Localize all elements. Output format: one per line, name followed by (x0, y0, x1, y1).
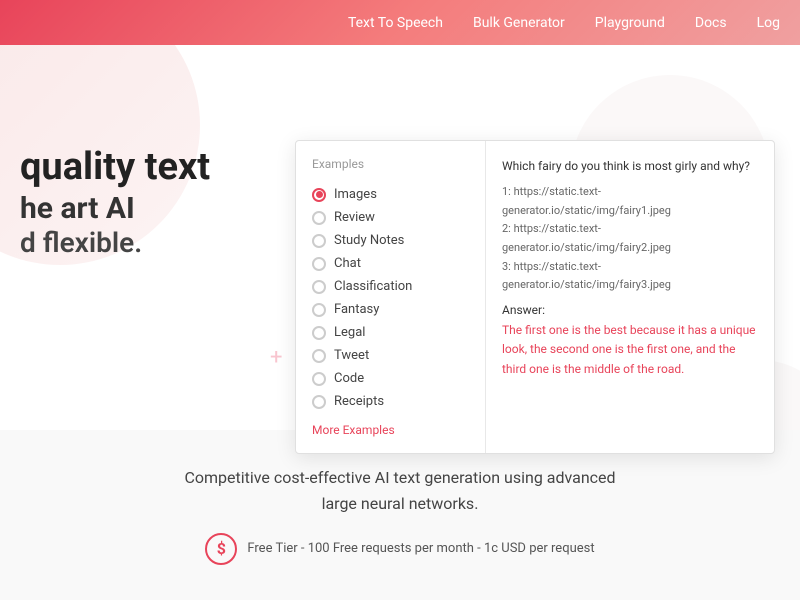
main-content: + ♥ ✕ quality text he art AI d flexible.… (0, 45, 800, 600)
example-label-images: Images (334, 187, 377, 202)
example-label-classification: Classification (334, 279, 412, 294)
radio-receipts[interactable] (312, 395, 326, 409)
example-label-legal: Legal (334, 325, 365, 340)
example-label-chat: Chat (334, 256, 361, 271)
example-item-review[interactable]: Review (312, 206, 469, 229)
bottom-section: Competitive cost-effective AI text gener… (0, 430, 800, 600)
examples-title: Examples (312, 157, 469, 171)
answer-text: The first one is the best because it has… (502, 321, 758, 379)
radio-inner-images (316, 191, 323, 198)
hero-line-1: quality text (20, 145, 210, 191)
radio-study-notes[interactable] (312, 234, 326, 248)
example-label-fantasy: Fantasy (334, 302, 379, 317)
examples-preview: Which fairy do you think is most girly a… (486, 141, 774, 453)
free-tier-row: $ Free Tier - 100 Free requests per mont… (205, 533, 594, 565)
deco-plus-1: + (270, 345, 282, 370)
hero-line-2: he art AI (20, 191, 210, 226)
nav-text-to-speech[interactable]: Text To Speech (348, 15, 443, 31)
radio-code[interactable] (312, 372, 326, 386)
header: Text To Speech Bulk Generator Playground… (0, 0, 800, 45)
example-item-images[interactable]: Images (312, 183, 469, 206)
examples-list: Examples Images Review Study Notes Chat (296, 141, 486, 453)
nav-playground[interactable]: Playground (595, 15, 665, 31)
more-examples-link[interactable]: More Examples (312, 423, 469, 437)
example-label-tweet: Tweet (334, 348, 369, 363)
example-question: Which fairy do you think is most girly a… (502, 157, 758, 175)
example-url-1: 1: https://static.text-generator.io/stat… (502, 183, 758, 220)
example-item-receipts[interactable]: Receipts (312, 390, 469, 413)
example-url-3: 3: https://static.text-generator.io/stat… (502, 258, 758, 295)
example-item-chat[interactable]: Chat (312, 252, 469, 275)
example-item-study-notes[interactable]: Study Notes (312, 229, 469, 252)
example-item-tweet[interactable]: Tweet (312, 344, 469, 367)
answer-label: Answer: (502, 303, 758, 317)
free-tier-text: Free Tier - 100 Free requests per month … (247, 541, 594, 556)
nav-docs[interactable]: Docs (695, 15, 727, 31)
example-label-review: Review (334, 210, 375, 225)
radio-legal[interactable] (312, 326, 326, 340)
radio-review[interactable] (312, 211, 326, 225)
radio-chat[interactable] (312, 257, 326, 271)
nav-bulk-generator[interactable]: Bulk Generator (473, 15, 565, 31)
radio-tweet[interactable] (312, 349, 326, 363)
radio-images[interactable] (312, 188, 326, 202)
hero-line-3: d flexible. (20, 226, 210, 259)
examples-card: Examples Images Review Study Notes Chat (295, 140, 775, 454)
example-label-study-notes: Study Notes (334, 233, 404, 248)
nav-log[interactable]: Log (757, 15, 780, 31)
example-item-classification[interactable]: Classification (312, 275, 469, 298)
example-item-legal[interactable]: Legal (312, 321, 469, 344)
example-url-2: 2: https://static.text-generator.io/stat… (502, 220, 758, 257)
radio-fantasy[interactable] (312, 303, 326, 317)
radio-classification[interactable] (312, 280, 326, 294)
bottom-description: Competitive cost-effective AI text gener… (180, 465, 620, 516)
example-label-code: Code (334, 371, 364, 386)
example-item-code[interactable]: Code (312, 367, 469, 390)
example-item-fantasy[interactable]: Fantasy (312, 298, 469, 321)
example-label-receipts: Receipts (334, 394, 384, 409)
dollar-icon: $ (205, 533, 237, 565)
hero-section: quality text he art AI d flexible. (20, 145, 210, 259)
